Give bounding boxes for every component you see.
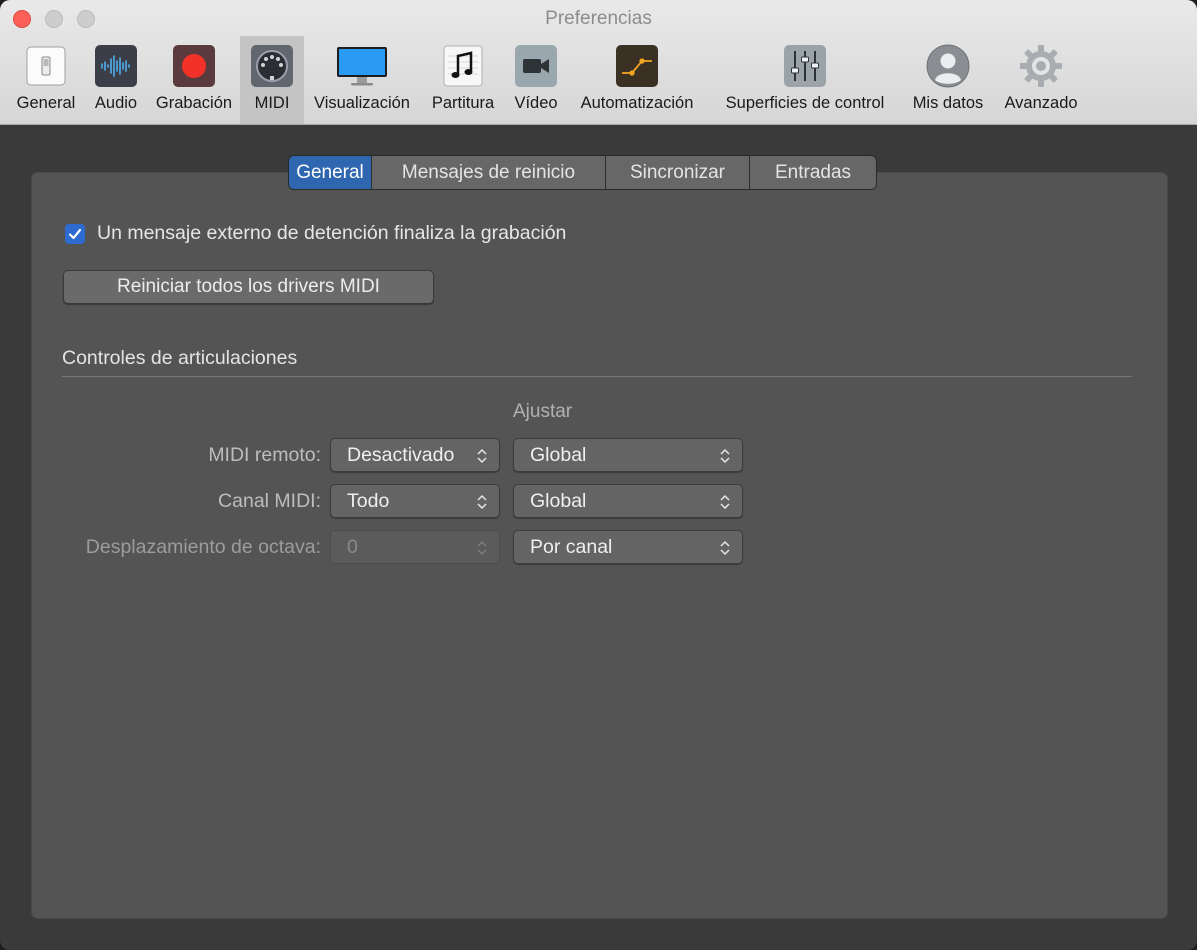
tab-general[interactable]: General [289, 156, 372, 189]
octave-shift-label: Desplazamiento de octava: [85, 536, 321, 558]
chevron-updown-icon [477, 494, 487, 510]
content-area: General Mensajes de reinicio Sincronizar… [0, 125, 1197, 950]
toolbar-label: Partitura [431, 94, 495, 112]
audio-waveform-icon [93, 43, 139, 89]
preferences-window: Preferencias General Audio Grabación MID… [0, 0, 1197, 950]
window-title: Preferencias [545, 8, 652, 29]
section-divider [62, 376, 1132, 377]
popup-value: Desactivado [347, 444, 455, 466]
midi-remote-label: MIDI remoto: [208, 444, 321, 466]
octave-shift-adjust-popup[interactable]: Por canal [513, 530, 743, 564]
midi-channel-adjust-popup[interactable]: Global [513, 484, 743, 518]
toolbar-label: MIDI [254, 94, 290, 112]
toolbar-item-audio[interactable]: Audio [88, 36, 144, 124]
tab-entradas[interactable]: Entradas [750, 156, 876, 189]
automation-icon [614, 43, 660, 89]
music-note-icon [440, 43, 486, 89]
midi-channel-label: Canal MIDI: [218, 490, 321, 512]
toolbar-item-midi[interactable]: MIDI [240, 36, 304, 124]
record-icon [171, 43, 217, 89]
tab-sincronizar[interactable]: Sincronizar [606, 156, 750, 189]
midi-channel-popup[interactable]: Todo [330, 484, 500, 518]
toolbar-item-automatizacion[interactable]: Automatización [570, 36, 704, 124]
adjust-column-heading: Ajustar [513, 401, 573, 422]
popup-value: Por canal [530, 536, 613, 558]
toolbar-label: Audio [94, 94, 138, 112]
general-icon [23, 43, 69, 89]
reset-midi-drivers-button[interactable]: Reiniciar todos los drivers MIDI [63, 270, 434, 304]
faders-icon [782, 43, 828, 89]
popup-value: 0 [347, 536, 358, 558]
midi-connector-icon [249, 43, 295, 89]
toolbar-label: Vídeo [514, 94, 558, 112]
tab-mensajes-de-reinicio[interactable]: Mensajes de reinicio [372, 156, 606, 189]
toolbar-label: Automatización [580, 94, 694, 112]
toolbar-label: Avanzado [1004, 94, 1078, 112]
toolbar-item-general[interactable]: General [11, 36, 81, 124]
stop-message-checkbox[interactable] [65, 223, 85, 244]
titlebar-toolbar: Preferencias General Audio Grabación MID… [0, 0, 1197, 125]
toolbar-item-mis-datos[interactable]: Mis datos [905, 36, 991, 124]
chevron-updown-icon [477, 448, 487, 464]
toolbar-label: Grabación [155, 94, 233, 112]
toolbar-item-grabacion[interactable]: Grabación [150, 36, 238, 124]
stop-message-label: Un mensaje externo de detención finaliza… [97, 222, 567, 244]
octave-shift-popup: 0 [330, 530, 500, 564]
popup-value: Global [530, 490, 587, 512]
toolbar-item-avanzado[interactable]: Avanzado [997, 36, 1085, 124]
chevron-updown-icon [720, 540, 730, 556]
gear-icon [1018, 43, 1064, 89]
chevron-updown-icon [477, 540, 487, 556]
toolbar-label: Superficies de control [725, 94, 885, 112]
toolbar-item-superficies-de-control[interactable]: Superficies de control [712, 36, 898, 124]
toolbar-item-video[interactable]: Vídeo [509, 36, 563, 124]
popup-value: Todo [347, 490, 390, 512]
toolbar-label: Mis datos [912, 94, 984, 112]
midi-remote-adjust-popup[interactable]: Global [513, 438, 743, 472]
toolbar-label: General [16, 94, 76, 112]
stop-message-option: Un mensaje externo de detención finaliza… [65, 222, 566, 245]
toolbar-item-partitura[interactable]: Partitura [425, 36, 501, 124]
video-camera-icon [513, 43, 559, 89]
articulation-section-title: Controles de articulaciones [62, 347, 298, 369]
midi-remote-popup[interactable]: Desactivado [330, 438, 500, 472]
chevron-updown-icon [720, 494, 730, 510]
popup-value: Global [530, 444, 587, 466]
tab-bar: General Mensajes de reinicio Sincronizar… [288, 155, 877, 190]
checkmark-icon [68, 228, 82, 239]
chevron-updown-icon [720, 448, 730, 464]
toolbar-item-visualizacion[interactable]: Visualización [306, 36, 418, 124]
display-monitor-icon [334, 43, 390, 89]
toolbar-label: Visualización [313, 94, 410, 112]
user-icon [925, 43, 971, 89]
